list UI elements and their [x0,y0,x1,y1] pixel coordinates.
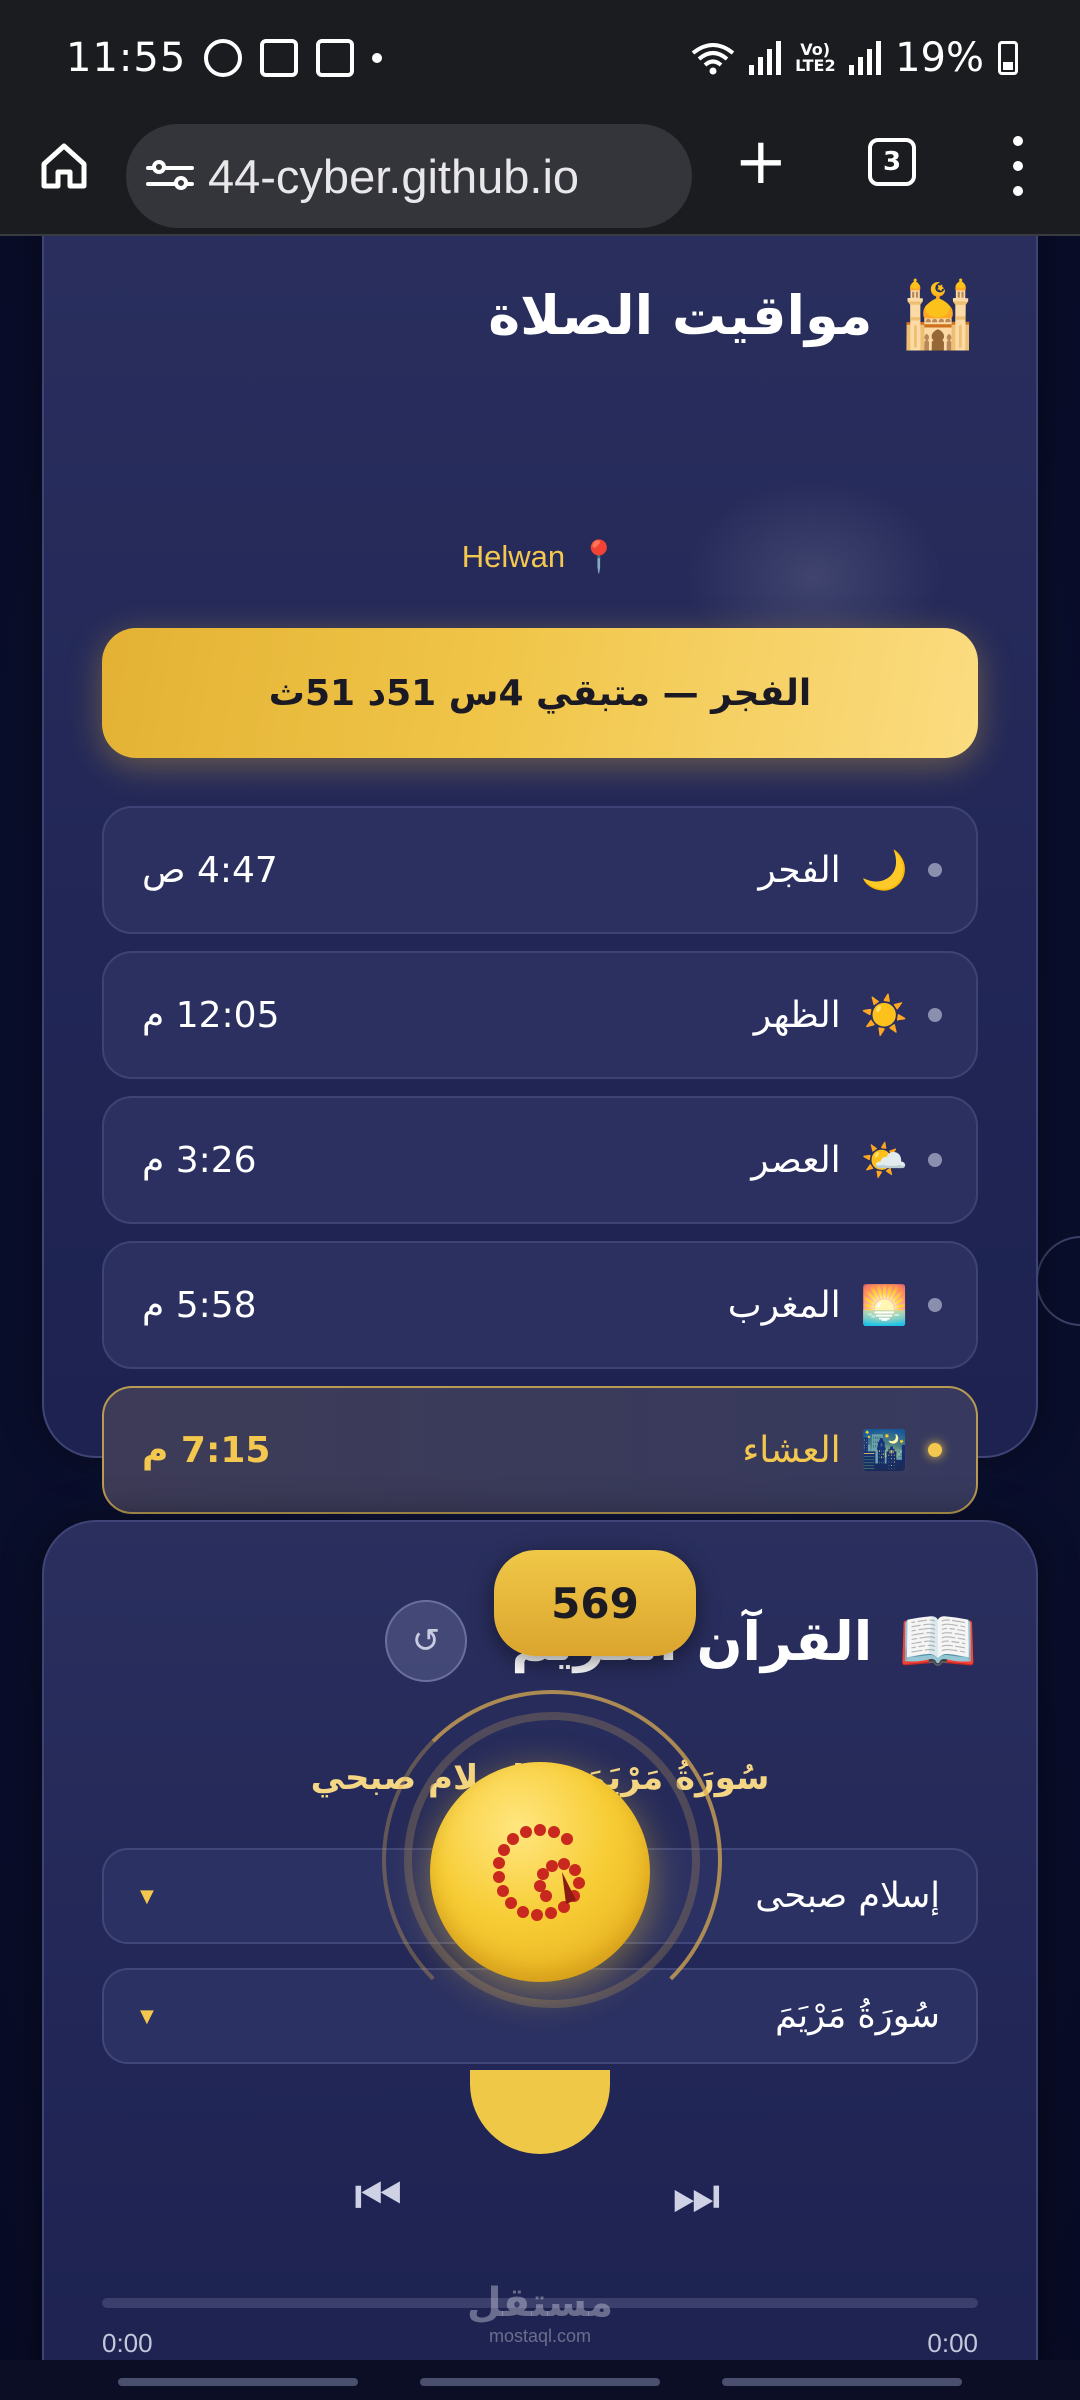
prayer-name: الظهر [753,994,841,1036]
signal-2-icon [849,41,882,75]
next-prayer-countdown: الفجر — متبقي 4س 51د 51ث [102,628,978,758]
watermark-english: mostaql.com [488,2326,592,2346]
prayer-time: 4:47 ص [142,849,278,891]
url-text: 44-cyber.github.io [208,149,580,203]
reciter-value: إسلام صبحى [755,1876,940,1916]
side-ring [1036,1236,1080,1326]
gesture-hint [118,2378,358,2386]
address-bar[interactable]: 44-cyber.github.io [126,124,692,228]
mosque-icon: 🕌 [898,279,978,353]
prayer-time: 12:05 م [142,994,280,1036]
location-name: Helwan [461,539,566,574]
sun-icon: ☀️ [860,992,908,1037]
status-right: Vo) LTE2 19% [691,35,1018,81]
sunset-icon: 🌅 [860,1282,908,1327]
status-dot-icon [928,863,942,877]
prayer-time: 5:58 م [142,1284,257,1326]
previous-track-button[interactable]: ⏮ [354,2164,403,2228]
gesture-bar [0,2360,1080,2400]
wifi-icon [691,43,735,75]
tab-switcher-button[interactable]: 3 [868,138,916,186]
network-label: Vo) LTE2 [795,40,836,75]
watermark-arabic: مستقل [466,2280,614,2326]
gesture-hint [722,2378,962,2386]
prayer-name-wrap: 🌃 العشاء [742,1428,942,1473]
notification-dot-icon [372,53,383,63]
sun-cloud-icon: 🌤️ [860,1137,908,1182]
prayer-name-wrap: 🌤️ العصر [751,1138,942,1183]
status-dot-icon [928,1008,942,1022]
prayer-row-isha: 7:15 م 🌃 العشاء [102,1386,978,1514]
gallery-icon [316,39,355,77]
prayer-card-title: مواقيت الصلاة [488,284,873,347]
prayer-time: 7:15 م [142,1429,271,1471]
site-settings-icon[interactable] [146,156,194,196]
prayer-name: العشاء [742,1429,841,1471]
prayer-name: الفجر [758,849,841,891]
tasbeeh-button[interactable] [430,1762,650,1982]
location-label: Helwan 📍 [44,538,1036,575]
prayer-name-wrap: ☀️ الظهر [754,993,942,1038]
reset-counter-button[interactable]: ↺ [385,1600,467,1682]
prayer-card-header: 🕌 مواقيت الصلاة [488,278,978,353]
status-dot-icon [928,1153,942,1167]
night-city-icon: 🌃 [860,1427,908,1472]
gesture-hint [420,2378,660,2386]
incognito-icon [260,39,299,77]
prayer-name-wrap: 🌅 المغرب [728,1283,942,1328]
next-track-button[interactable]: ⏭ [672,2164,721,2228]
signal-icon [749,41,782,75]
book-icon: 📖 [898,1605,978,1679]
new-tab-icon[interactable]: + [734,130,788,194]
status-left: 11:55 [66,35,383,81]
battery-percent: 19% [895,35,984,81]
browser-toolbar: 44-cyber.github.io + 3 [0,116,1080,236]
active-dot-icon [928,1443,942,1457]
menu-icon[interactable] [1008,136,1028,196]
whatsapp-icon [204,39,243,77]
prayer-row-maghrib: 5:58 م 🌅 المغرب [102,1241,978,1369]
prayer-name: المغرب [727,1284,841,1326]
prayer-beads-icon [493,1824,585,1921]
prayer-name-wrap: 🌙 الفجر [758,848,942,893]
prayer-time: 3:26 م [142,1139,257,1181]
prayer-row-fajr: 4:47 ص 🌙 الفجر [102,806,978,934]
status-dot-icon [928,1298,942,1312]
status-time: 11:55 [66,35,187,81]
moon-icon: 🌙 [860,847,908,892]
prayer-row-dhuhr: 12:05 م ☀️ الظهر [102,951,978,1079]
dropdown-arrow-icon: ▼ [140,1885,154,1907]
surah-value: سُورَةُ مَرْيَمَ [775,1996,940,2036]
watermark: مستقل mostaql.com [0,2280,1080,2347]
prayer-name: العصر [751,1139,841,1181]
prayer-row-asr: 3:26 م 🌤️ العصر [102,1096,978,1224]
battery-icon [998,41,1018,75]
prayer-times-card: 🕌 مواقيت الصلاة Helwan 📍 الفجر — متبقي 4… [42,236,1038,1514]
location-pin-icon: 📍 [579,539,619,574]
tasbeeh-counter: 569 [494,1550,696,1656]
status-bar: 11:55 Vo) LTE2 19% [0,0,1080,116]
dropdown-arrow-icon: ▼ [140,2005,154,2027]
page-content: 🕌 مواقيت الصلاة Helwan 📍 الفجر — متبقي 4… [0,236,1080,2360]
home-icon[interactable] [38,140,90,192]
